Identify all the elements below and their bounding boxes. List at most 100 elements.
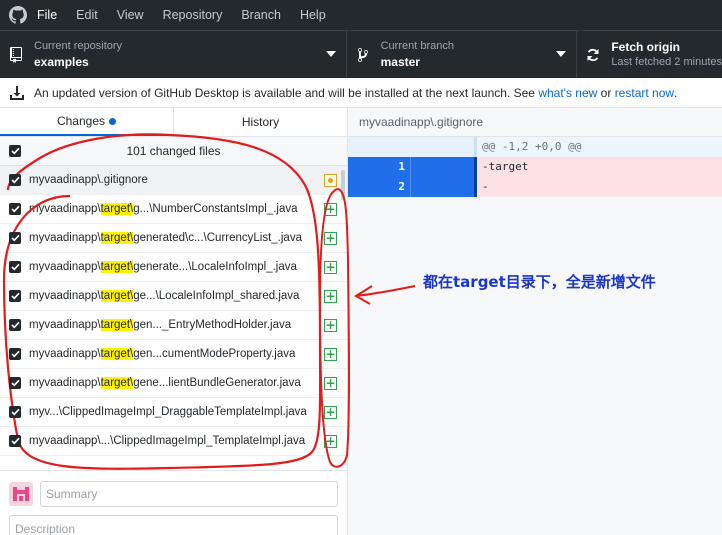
tab-history[interactable]: History bbox=[173, 108, 347, 136]
file-added-icon: + bbox=[324, 377, 337, 390]
highlighted-path-segment: target\ bbox=[100, 348, 134, 360]
plus-icon: + bbox=[325, 405, 336, 419]
diff-line-number: 2 bbox=[398, 180, 405, 193]
file-row[interactable]: myvaadinapp\...\ClippedImageImpl_Templat… bbox=[0, 427, 347, 456]
download-icon bbox=[10, 85, 24, 100]
file-checkbox[interactable] bbox=[9, 232, 21, 244]
path-segment: generate...\LocaleInfoImpl_.java bbox=[133, 261, 297, 273]
file-path: myvaadinapp\target\generate...\LocaleInf… bbox=[29, 261, 319, 273]
current-repository-label: Current repository bbox=[34, 40, 123, 52]
current-branch-button[interactable]: Current branch master bbox=[347, 31, 578, 78]
file-added-icon: + bbox=[324, 203, 337, 216]
file-row[interactable]: myvaadinapp\target\g...\NumberConstantsI… bbox=[0, 195, 347, 224]
file-path: myv...\ClippedImageImpl_DraggableTemplat… bbox=[29, 406, 319, 418]
commit-summary-input[interactable]: Summary bbox=[40, 481, 338, 507]
select-all-checkbox[interactable] bbox=[9, 145, 21, 157]
file-path: myvaadinapp\...\ClippedImageImpl_Templat… bbox=[29, 435, 319, 447]
commit-description-input[interactable]: Description bbox=[9, 515, 338, 535]
file-checkbox[interactable] bbox=[9, 290, 21, 302]
diff-line-text: - bbox=[474, 177, 722, 197]
path-segment: myvaadinapp\.gitignore bbox=[29, 174, 148, 186]
plus-icon: + bbox=[325, 434, 336, 448]
file-added-icon: + bbox=[324, 406, 337, 419]
menu-bar: File Edit View Repository Branch Help bbox=[0, 0, 722, 30]
current-repository-value: examples bbox=[34, 55, 89, 69]
diff-hunk-header: @@ -1,2 +0,0 @@ bbox=[348, 137, 722, 157]
menu-help[interactable]: Help bbox=[300, 8, 326, 22]
plus-icon: + bbox=[325, 376, 336, 390]
file-row[interactable]: myv...\ClippedImageImpl_DraggableTemplat… bbox=[0, 398, 347, 427]
file-row[interactable]: myvaadinapp\target\generate...\LocaleInf… bbox=[0, 253, 347, 282]
menu-edit[interactable]: Edit bbox=[76, 8, 98, 22]
path-segment: g...\NumberConstantsImpl_.java bbox=[133, 203, 298, 215]
diff-hunk-text: @@ -1,2 +0,0 @@ bbox=[474, 137, 722, 157]
update-banner-text: An updated version of GitHub Desktop is … bbox=[34, 85, 535, 100]
diff-gutter-old: 2 bbox=[348, 177, 410, 197]
path-segment: myvaadinapp\ bbox=[29, 290, 101, 302]
plus-icon: + bbox=[325, 202, 336, 216]
diff-line-deleted[interactable]: 2 - bbox=[348, 177, 722, 197]
path-segment: myvaadinapp\ bbox=[29, 232, 101, 244]
chevron-down-icon bbox=[325, 51, 336, 57]
file-checkbox[interactable] bbox=[9, 377, 21, 389]
current-repository-button[interactable]: Current repository examples bbox=[0, 31, 347, 78]
file-row[interactable]: myvaadinapp\.gitignore bbox=[0, 166, 347, 200]
file-checkbox[interactable] bbox=[9, 406, 21, 418]
plus-icon: + bbox=[325, 260, 336, 274]
diff-file-path: myvaadinapp\.gitignore bbox=[348, 108, 722, 137]
branch-icon bbox=[355, 47, 371, 63]
update-banner: An updated version of GitHub Desktop is … bbox=[0, 78, 722, 108]
repo-icon bbox=[8, 46, 24, 63]
path-segment: ge...\LocaleInfoImpl_shared.java bbox=[133, 290, 300, 302]
file-path: myvaadinapp\.gitignore bbox=[29, 174, 319, 186]
menu-branch[interactable]: Branch bbox=[241, 8, 281, 22]
file-path: myvaadinapp\target\gen..._EntryMethodHol… bbox=[29, 319, 319, 331]
diff-line-text: -target bbox=[474, 157, 722, 177]
tab-changes[interactable]: Changes bbox=[0, 108, 173, 136]
file-path: myvaadinapp\target\gene...lientBundleGen… bbox=[29, 377, 319, 389]
last-fetched-text: Last fetched 2 minutes bbox=[611, 56, 722, 68]
file-path: myvaadinapp\target\gen...cumentModePrope… bbox=[29, 348, 319, 360]
file-checkbox[interactable] bbox=[9, 174, 21, 186]
file-checkbox[interactable] bbox=[9, 261, 21, 273]
file-row[interactable]: myvaadinapp\target\gen..._EntryMethodHol… bbox=[0, 311, 347, 340]
github-logo-icon bbox=[9, 6, 27, 24]
diff-gutter-new bbox=[410, 157, 474, 177]
file-row[interactable]: myvaadinapp\target\generated\BundleGener… bbox=[0, 456, 347, 463]
commit-area: Summary Description bbox=[0, 470, 347, 535]
file-row[interactable]: myvaadinapp\target\gene...lientBundleGen… bbox=[0, 369, 347, 398]
file-row[interactable]: myvaadinapp\target\gen...cumentModePrope… bbox=[0, 340, 347, 369]
path-segment: gen..._EntryMethodHolder.java bbox=[133, 319, 292, 331]
highlighted-path-segment: target\ bbox=[100, 261, 134, 273]
file-added-icon: + bbox=[324, 232, 337, 245]
file-path: myvaadinapp\target\g...\NumberConstantsI… bbox=[29, 203, 319, 215]
diff-gutter-new bbox=[410, 177, 474, 197]
file-checkbox[interactable] bbox=[9, 435, 21, 447]
changes-pane: Changes History 101 changed files myvaad… bbox=[0, 108, 348, 535]
file-checkbox[interactable] bbox=[9, 203, 21, 215]
file-added-icon: + bbox=[324, 319, 337, 332]
menu-repository[interactable]: Repository bbox=[163, 8, 223, 22]
tab-changes-label: Changes bbox=[56, 114, 106, 128]
diff-line-deleted[interactable]: 1 -target bbox=[348, 157, 722, 177]
restart-now-link[interactable]: restart now bbox=[615, 86, 674, 100]
diff-gutter-old bbox=[348, 137, 410, 157]
diff-gutter-old: 1 bbox=[348, 157, 410, 177]
fetch-origin-button[interactable]: Fetch origin Last fetched 2 minutes bbox=[577, 31, 722, 78]
menu-view[interactable]: View bbox=[117, 8, 144, 22]
file-row[interactable]: myvaadinapp\target\ge...\LocaleInfoImpl_… bbox=[0, 282, 347, 311]
avatar bbox=[9, 482, 33, 506]
path-segment: myv...\ClippedImageImpl_DraggableTemplat… bbox=[29, 406, 307, 418]
path-segment: generated\c...\CurrencyList_.java bbox=[133, 232, 302, 244]
file-checkbox[interactable] bbox=[9, 319, 21, 331]
path-segment: myvaadinapp\ bbox=[29, 348, 101, 360]
modified-dot bbox=[328, 178, 333, 183]
menu-file[interactable]: File bbox=[37, 8, 57, 22]
diff-gutter-new bbox=[410, 137, 474, 157]
highlighted-path-segment: target\ bbox=[100, 203, 134, 215]
file-row[interactable]: myvaadinapp\target\generated\c...\Curren… bbox=[0, 224, 347, 253]
whats-new-link[interactable]: what's new bbox=[538, 86, 597, 100]
toolbar: Current repository examples Current bran… bbox=[0, 30, 722, 78]
path-segment: myvaadinapp\ bbox=[29, 377, 101, 389]
file-checkbox[interactable] bbox=[9, 348, 21, 360]
